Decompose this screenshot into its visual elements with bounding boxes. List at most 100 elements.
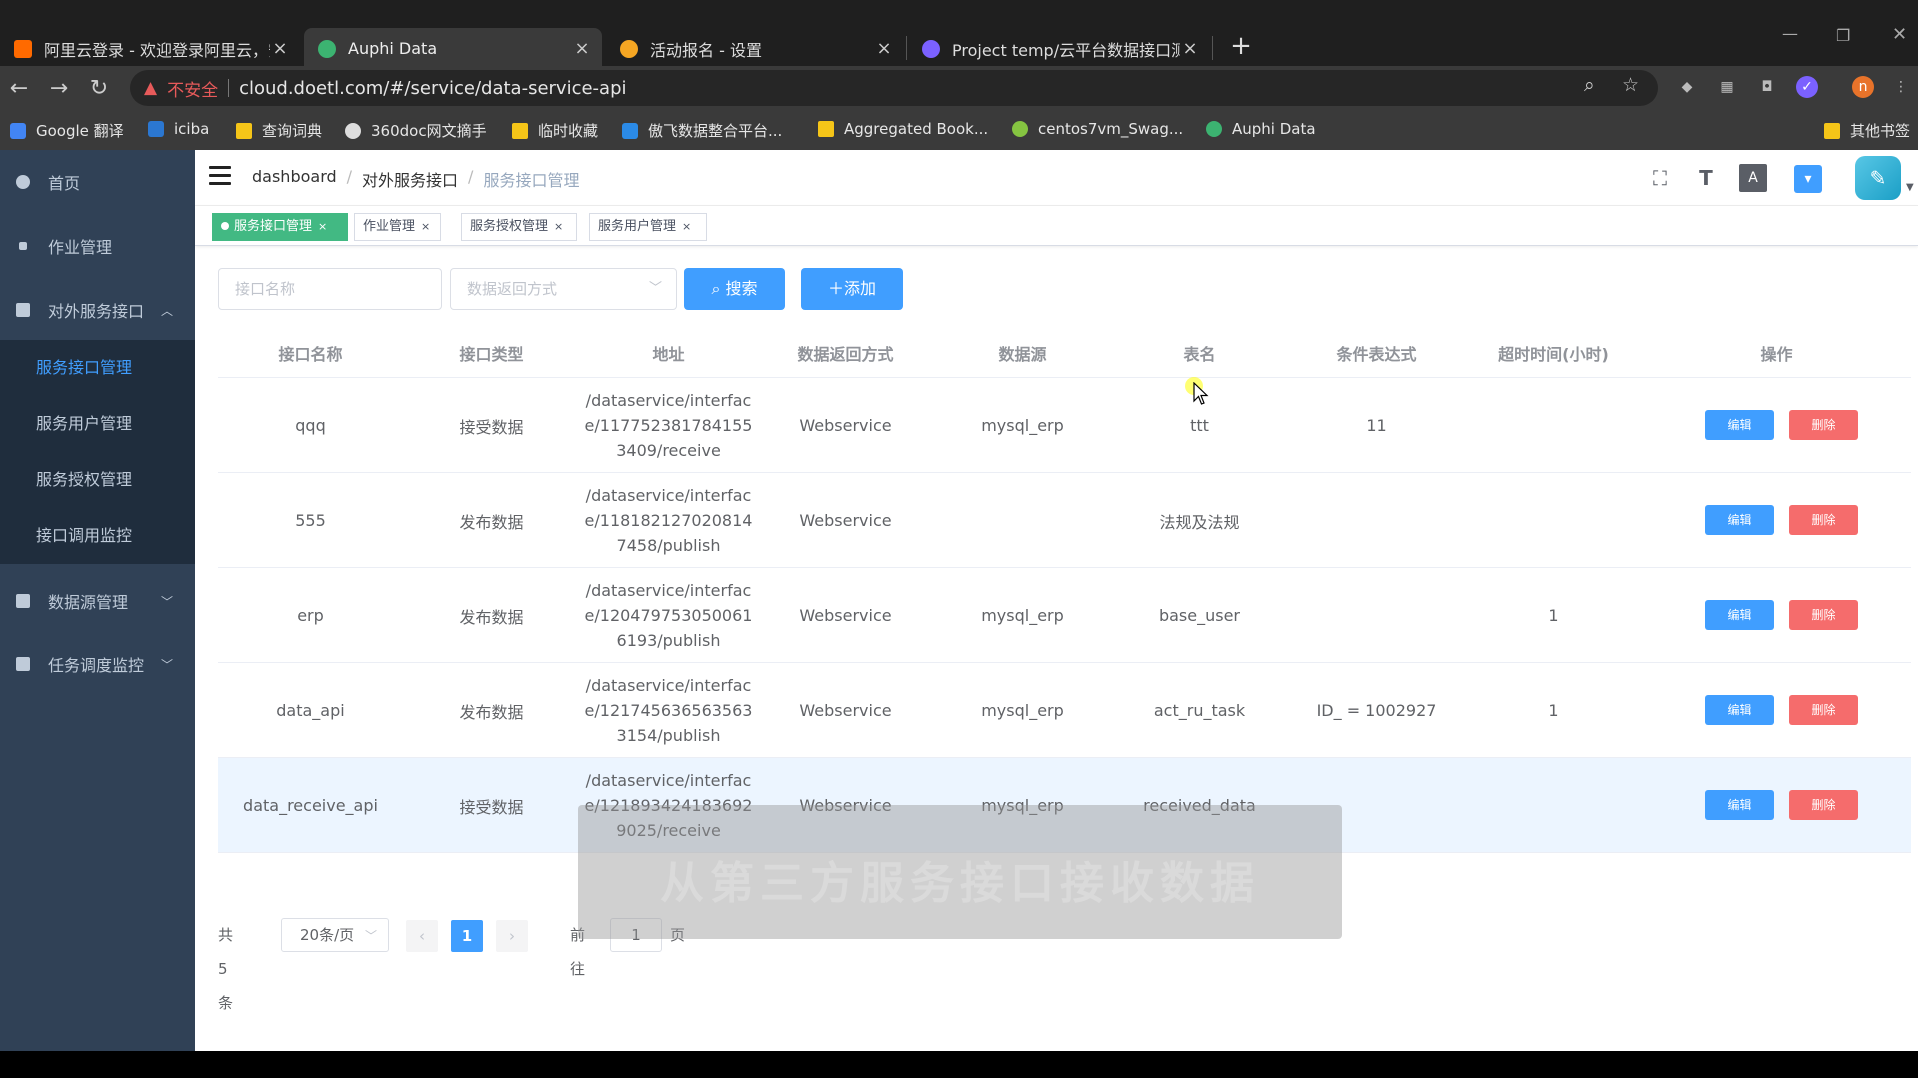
url-text[interactable]: cloud.doetl.com/#/service/data-service-a…	[239, 78, 626, 99]
bookmark-item[interactable]: centos7vm_Swag...	[1012, 120, 1183, 138]
cell-timeout	[1465, 473, 1642, 568]
warning-icon: ▲	[144, 78, 158, 98]
delete-button[interactable]: 删除	[1789, 790, 1858, 820]
iciba-icon	[148, 121, 164, 137]
cell-name: data_api	[276, 701, 345, 720]
bookmark-item[interactable]: 其他书签	[1824, 120, 1910, 141]
button-label: 搜索	[725, 279, 758, 298]
close-icon[interactable]: ×	[874, 38, 894, 59]
caret-down-icon[interactable]: ▼	[1906, 182, 1914, 193]
breadcrumb-item[interactable]: dashboard	[252, 167, 337, 191]
next-page-button[interactable]: ›	[496, 920, 528, 952]
font-size-icon[interactable]: T	[1692, 164, 1720, 192]
extension-shield-icon[interactable]: ◆	[1676, 76, 1698, 98]
close-icon[interactable]: ×	[318, 220, 327, 233]
sidebar-subitem-api-monitor[interactable]: 接口调用监控	[0, 508, 195, 564]
edit-button[interactable]: 编辑	[1705, 410, 1774, 440]
minimize-icon[interactable]: —	[1782, 24, 1798, 43]
profile-avatar[interactable]: n	[1852, 76, 1874, 98]
hamburger-icon[interactable]	[209, 166, 231, 185]
window-close-icon[interactable]: ✕	[1892, 24, 1907, 45]
close-icon[interactable]: ×	[554, 220, 563, 233]
cell-type: 发布数据	[459, 702, 524, 722]
zoom-icon[interactable]: ⌕	[1584, 74, 1595, 96]
breadcrumb-item[interactable]: 对外服务接口	[362, 167, 458, 191]
cell-timeout	[1465, 378, 1642, 473]
page-size-select[interactable]: 20条/页 ﹀	[281, 918, 389, 952]
bookmark-item[interactable]: 查询词典	[236, 120, 322, 141]
search-button[interactable]: ⌕ 搜索	[684, 268, 785, 310]
add-button[interactable]: ＋添加	[801, 268, 903, 310]
close-icon[interactable]: ×	[682, 220, 691, 233]
fullscreen-icon[interactable]: ⛶	[1646, 164, 1674, 192]
edit-button[interactable]: 编辑	[1705, 600, 1774, 630]
tag-service-users[interactable]: 服务用户管理 ×	[589, 213, 707, 241]
security-label[interactable]: 不安全	[167, 76, 218, 101]
page-number-current[interactable]: 1	[451, 920, 483, 952]
browser-tab-active[interactable]: Auphi Data ×	[304, 28, 602, 69]
close-icon[interactable]: ×	[421, 220, 430, 233]
address-bar[interactable]: ▲ 不安全 cloud.doetl.com/#/service/data-ser…	[130, 70, 1658, 106]
sidebar-item-label: 作业管理	[48, 238, 113, 257]
bookmark-item[interactable]: iciba	[148, 120, 209, 138]
sidebar-item-scheduling[interactable]: 任务调度监控 ﹀	[0, 636, 195, 692]
chevron-down-icon: ﹀	[160, 657, 173, 672]
bookmark-item[interactable]: 傲飞数据整合平台...	[622, 120, 782, 141]
edit-button[interactable]: 编辑	[1705, 790, 1774, 820]
extension-badge-icon[interactable]: ◘	[1756, 76, 1778, 98]
sidebar-item-home[interactable]: 首页	[0, 154, 195, 210]
delete-button[interactable]: 删除	[1789, 505, 1858, 535]
edit-button[interactable]: 编辑	[1705, 505, 1774, 535]
return-mode-select[interactable]: 数据返回方式 ﹀	[450, 268, 677, 310]
folder-icon	[236, 122, 252, 139]
tag-service-auth[interactable]: 服务授权管理 ×	[461, 213, 577, 241]
sidebar-subitem-service-users[interactable]: 服务用户管理	[0, 396, 195, 452]
cell-type: 接受数据	[459, 797, 524, 817]
cloud-icon	[622, 122, 638, 139]
close-icon[interactable]: ×	[270, 38, 290, 59]
close-icon[interactable]: ×	[572, 38, 592, 59]
menu-kebab-icon[interactable]: ⋮	[1890, 76, 1912, 98]
sidebar-item-external-service[interactable]: 对外服务接口 ︿	[0, 282, 195, 338]
forward-icon[interactable]: →	[42, 72, 76, 106]
close-icon[interactable]: ×	[1180, 38, 1200, 59]
reload-icon[interactable]: ↻	[82, 72, 116, 106]
browser-tab[interactable]: Project temp/云平台数据接口测 ×	[908, 28, 1210, 69]
bookmark-item[interactable]: 临时收藏	[512, 120, 598, 141]
bookmark-item[interactable]: Google 翻译	[10, 120, 124, 141]
button-label: 添加	[844, 279, 877, 298]
restore-icon[interactable]: ❐	[1836, 26, 1850, 45]
cell-timeout: 1	[1548, 701, 1559, 720]
delete-button[interactable]: 删除	[1789, 600, 1858, 630]
browser-tab[interactable]: 阿里云登录 - 欢迎登录阿里云，安 ×	[0, 28, 300, 69]
bookmark-item[interactable]: 360doc网文摘手	[345, 120, 487, 141]
browser-tab[interactable]: 活动报名 - 设置 ×	[606, 28, 904, 69]
sidebar-item-datasource[interactable]: 数据源管理 ﹀	[0, 573, 195, 629]
language-icon[interactable]: A	[1739, 164, 1767, 192]
bookmark-item[interactable]: Aggregated Book...	[818, 120, 988, 138]
edit-button[interactable]: 编辑	[1705, 695, 1774, 725]
tag-jobs[interactable]: 作业管理 ×	[354, 213, 441, 241]
extension-grid-icon[interactable]: ▦	[1716, 76, 1738, 98]
delete-button[interactable]: 删除	[1789, 410, 1858, 440]
new-tab-button[interactable]: +	[1226, 28, 1256, 64]
bookmarks-bar: Google 翻译 iciba 查询词典 360doc网文摘手 临时收藏 傲飞数…	[0, 112, 1918, 150]
bookmark-label: 其他书签	[1850, 122, 1911, 140]
back-icon[interactable]: ←	[2, 72, 36, 106]
breadcrumb-current: 服务接口管理	[483, 171, 580, 190]
star-icon[interactable]: ☆	[1622, 74, 1639, 96]
prev-page-button[interactable]: ‹	[406, 920, 438, 952]
delete-button[interactable]: 删除	[1789, 695, 1858, 725]
browser-toolbar: ← → ↻ ▲ 不安全 cloud.doetl.com/#/service/da…	[0, 66, 1918, 112]
table-icon	[16, 594, 30, 608]
user-avatar[interactable]: ✎	[1855, 156, 1901, 200]
dropdown-toggle-icon[interactable]: ▾	[1794, 165, 1822, 193]
sidebar-subitem-service-auth[interactable]: 服务授权管理	[0, 452, 195, 508]
bookmark-item[interactable]: Auphi Data	[1206, 120, 1316, 138]
tag-service-api[interactable]: 服务接口管理 ×	[212, 213, 348, 241]
api-name-input[interactable]: 接口名称	[218, 268, 442, 310]
extension-check-icon[interactable]: ✓	[1796, 76, 1818, 98]
sidebar-item-jobs[interactable]: 作业管理	[0, 218, 195, 274]
cell-datasource	[934, 473, 1111, 568]
sidebar-subitem-service-api[interactable]: 服务接口管理	[0, 340, 195, 396]
